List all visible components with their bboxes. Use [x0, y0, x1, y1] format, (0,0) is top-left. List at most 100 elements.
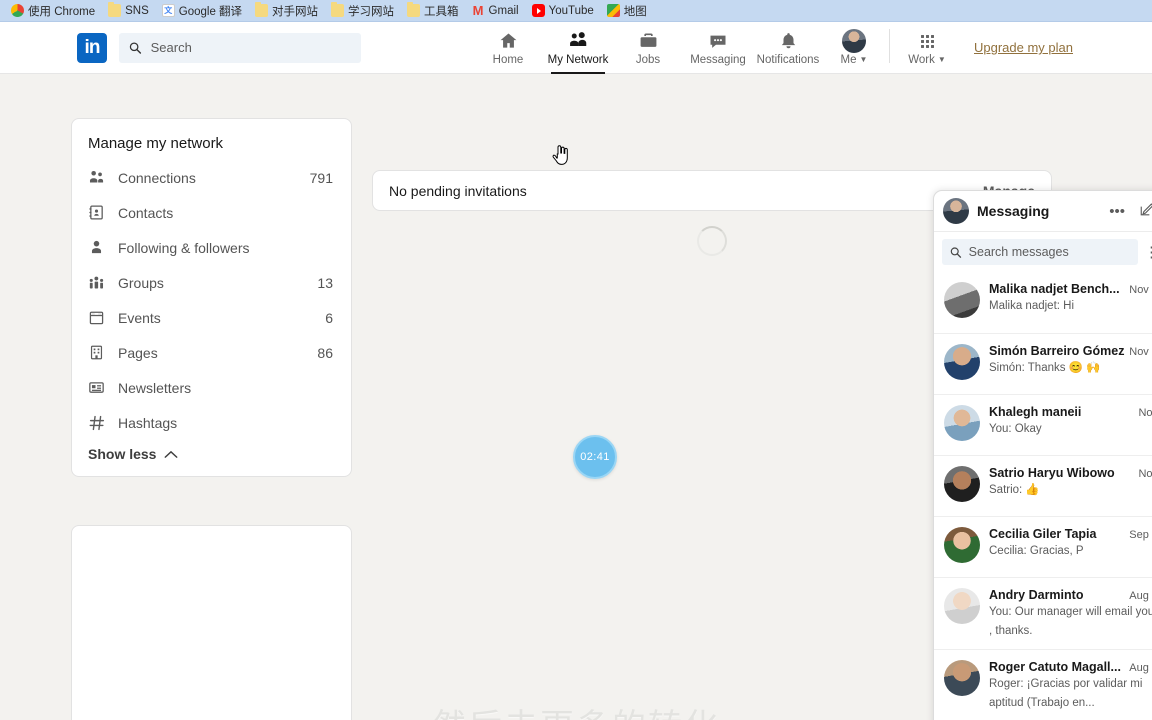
conversation-date: Nov: [1138, 407, 1152, 419]
conversation-name: Simón Barreiro Gómez: [989, 344, 1125, 358]
chevron-down-icon: ▼: [937, 54, 946, 64]
conversation-name: Andry Darminto: [989, 588, 1084, 602]
conversation-item[interactable]: Satrio Haryu Wibowo Nov Satrio: 👍: [934, 455, 1152, 516]
compose-pencil-icon[interactable]: [1136, 202, 1152, 221]
conversation-snippet: Simón: Thanks 😊 🙌: [989, 362, 1101, 374]
search-icon: [950, 246, 962, 258]
bookmark-label: 使用 Chrome: [28, 5, 96, 18]
sidebar-item-newsletters[interactable]: Newsletters: [72, 370, 351, 405]
nav-item-label: My Network: [547, 53, 609, 66]
sidebar-title: Manage my network: [88, 135, 224, 152]
bookmark-label: 地图: [623, 5, 647, 18]
sidebar-item-hashtags[interactable]: Hashtags: [72, 405, 351, 440]
building-icon: [88, 344, 110, 361]
bookmark-item-study[interactable]: 学习网站: [326, 2, 402, 20]
sidebar-item-connections[interactable]: Connections 791: [72, 160, 351, 195]
conversation-date: Nov 1: [1129, 284, 1152, 296]
hashtag-icon: [88, 414, 110, 432]
conversation-date: Sep 1: [1129, 529, 1152, 541]
avatar: [944, 660, 980, 697]
groups-icon: [88, 274, 110, 291]
sidebar-item-label: Newsletters: [118, 379, 192, 396]
search-messages-input[interactable]: [968, 245, 1130, 259]
browser-bookmark-bar: 使用 Chrome SNS Google 翻译 对手网站 学习网站 工具箱 M …: [0, 0, 1152, 22]
bookmark-label: 学习网站: [348, 5, 395, 18]
message-bubble-icon: [707, 30, 729, 53]
search-messages-box[interactable]: [942, 239, 1138, 265]
no-pending-invitations-text: No pending invitations: [389, 182, 527, 199]
ellipsis-icon[interactable]: •••: [1106, 203, 1128, 220]
avatar: [944, 344, 980, 380]
search-box[interactable]: [119, 32, 361, 63]
nav-item-notifications[interactable]: Notifications: [753, 22, 823, 74]
manage-network-sidebar: Manage my network Connections 791 Contac…: [71, 118, 352, 477]
conversation-name: Roger Catuto Magall...: [989, 660, 1121, 675]
filter-options-icon[interactable]: ⋮: [1144, 245, 1152, 260]
bookmark-item-gmail[interactable]: M Gmail: [467, 3, 527, 18]
loading-spinner: [697, 226, 727, 256]
sidebar-item-label: Following & followers: [118, 239, 250, 256]
nav-item-home[interactable]: Home: [473, 22, 543, 74]
conversation-snippet: Roger: ¡Gracias por validar mi aptitud (…: [989, 678, 1143, 709]
nav-items: Home My Network Jobs Messaging Notificat…: [473, 22, 960, 74]
conversation-item[interactable]: Khalegh maneii Nov You: Okay: [934, 394, 1152, 455]
folder-icon: [255, 2, 269, 17]
avatar: [944, 527, 980, 563]
bookmark-item-youtube[interactable]: YouTube: [527, 3, 602, 18]
bookmark-item-google-translate[interactable]: Google 翻译: [157, 2, 250, 20]
sidebar-item-label: Pages: [118, 344, 158, 361]
conversation-item[interactable]: Simón Barreiro Gómez Nov 1 Simón: Thanks…: [934, 333, 1152, 394]
avatar: [842, 29, 866, 53]
conversation-date: Aug 2: [1129, 590, 1152, 602]
youtube-icon: [531, 4, 545, 17]
nav-item-work[interactable]: Work ▼: [894, 22, 960, 74]
conversation-date: Nov 1: [1129, 346, 1152, 358]
messaging-overlay-panel: Messaging ••• ⋮: [933, 190, 1152, 720]
conversation-name: Khalegh maneii: [989, 405, 1082, 419]
bookmark-label: YouTube: [548, 4, 594, 17]
show-less-button[interactable]: Show less: [72, 440, 351, 476]
sidebar-item-label: Contacts: [118, 204, 174, 221]
sidebar-item-groups[interactable]: Groups 13: [72, 265, 351, 300]
sidebar-item-following-followers[interactable]: Following & followers: [72, 230, 351, 265]
nav-item-label: Me: [840, 53, 857, 66]
upgrade-my-plan-link[interactable]: Upgrade my plan: [974, 40, 1073, 55]
conversation-date: Nov: [1138, 468, 1152, 480]
avatar: [944, 588, 980, 624]
sidebar-item-count: 86: [317, 344, 333, 361]
bookmark-label: Google 翻译: [178, 5, 243, 18]
calendar-icon: [88, 309, 110, 326]
bookmark-item-chrome[interactable]: 使用 Chrome: [6, 2, 103, 20]
sidebar-item-events[interactable]: Events 6: [72, 300, 351, 335]
nav-item-jobs[interactable]: Jobs: [613, 22, 683, 74]
sidebar-item-count: 791: [309, 169, 333, 186]
conversation-item[interactable]: Andry Darminto Aug 2 You: Our manager wi…: [934, 577, 1152, 649]
sidebar-item-count: 6: [325, 309, 333, 326]
search-input[interactable]: [150, 40, 351, 55]
bookmark-item-maps[interactable]: 地图: [602, 2, 655, 20]
conversation-list[interactable]: Malika nadjet Bench... Nov 1 Malika nadj…: [934, 272, 1152, 720]
conversation-item[interactable]: Cecilia Giler Tapia Sep 1 Cecilia: Graci…: [934, 516, 1152, 577]
messaging-panel-header[interactable]: Messaging •••: [934, 191, 1152, 232]
bookmark-item-toolbox[interactable]: 工具箱: [402, 2, 467, 20]
bell-icon: [778, 30, 799, 53]
google-translate-icon: [161, 4, 175, 17]
conversation-item[interactable]: Roger Catuto Magall... Aug 2 Roger: ¡Gra…: [934, 649, 1152, 720]
sidebar-item-pages[interactable]: Pages 86: [72, 335, 351, 370]
conversation-item[interactable]: Malika nadjet Bench... Nov 1 Malika nadj…: [934, 272, 1152, 333]
messaging-panel-title: Messaging: [977, 203, 1050, 219]
nav-item-messaging[interactable]: Messaging: [683, 22, 753, 74]
sidebar-item-contacts[interactable]: Contacts: [72, 195, 351, 230]
folder-icon: [331, 2, 345, 17]
nav-item-me[interactable]: Me ▼: [823, 22, 885, 74]
linkedin-logo[interactable]: in: [77, 32, 107, 63]
nav-item-my-network[interactable]: My Network: [543, 22, 613, 74]
bookmark-item-sns[interactable]: SNS: [103, 2, 157, 18]
timer-badge: 02:41: [573, 435, 617, 479]
contact-card-icon: [88, 204, 110, 221]
newsletter-icon: [88, 379, 110, 396]
bookmark-item-competitors[interactable]: 对手网站: [250, 2, 326, 20]
chevron-up-icon: [165, 450, 178, 458]
sidebar-item-count: 13: [317, 274, 333, 291]
person-icon: [88, 239, 110, 256]
